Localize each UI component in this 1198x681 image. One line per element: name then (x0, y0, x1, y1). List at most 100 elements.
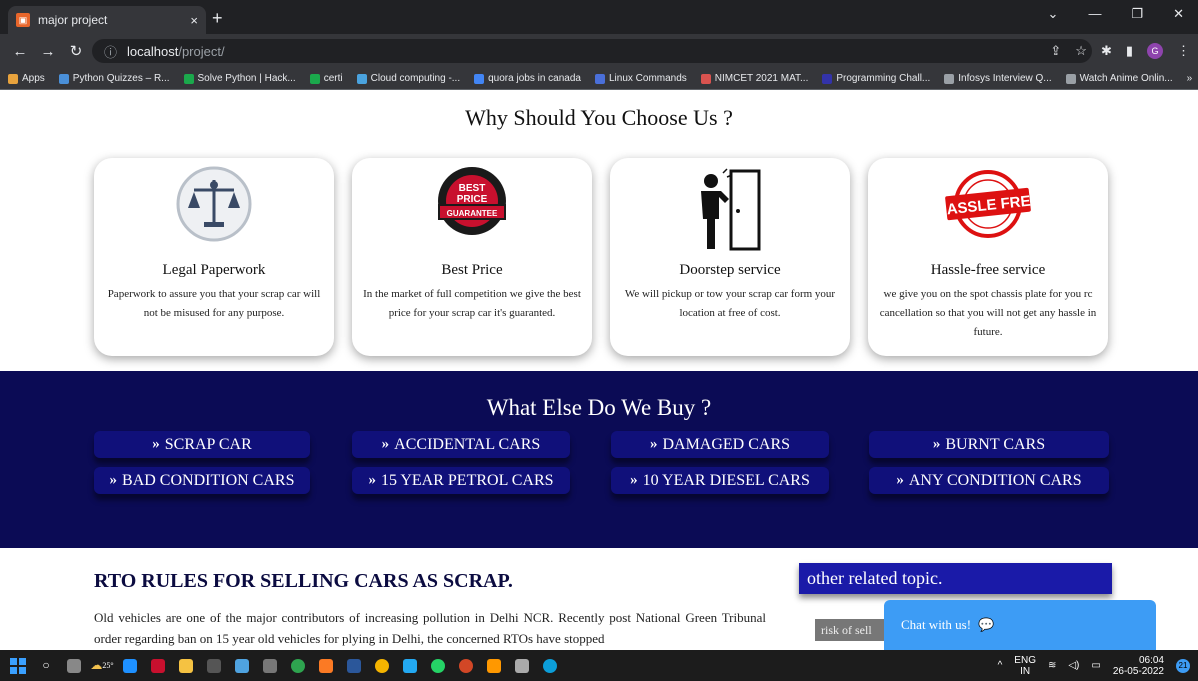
minimize-button[interactable]: — (1088, 6, 1101, 22)
double-chevron-icon: » (152, 436, 160, 452)
browser-tab[interactable]: ▣ major project × (8, 6, 206, 34)
calculator-icon[interactable] (256, 650, 284, 681)
double-chevron-icon: » (932, 436, 941, 452)
buy-category-button[interactable]: » 15 YEAR PETROL CARS (352, 467, 570, 494)
tab-bar: ▣ major project × + ⌄ — ❐ ✕ (0, 0, 1198, 34)
sublime-icon[interactable] (480, 650, 508, 681)
tray-chevron-icon[interactable]: ^ (998, 660, 1003, 671)
door-knock-icon (610, 158, 850, 251)
tab-close-icon[interactable]: × (190, 13, 198, 28)
bookmark-item[interactable]: quora jobs in canada (474, 73, 581, 84)
bookmarks-bar: Apps Python Quizzes – R... Solve Python | … (0, 68, 1198, 90)
extensions-icon[interactable]: ✱ (1101, 43, 1112, 59)
chat-widget[interactable]: Chat with us! 💬 (884, 600, 1156, 650)
back-icon[interactable]: ← (6, 43, 34, 60)
battery-icon[interactable]: ▭ (1091, 660, 1100, 671)
address-bar-row: ← → ↻ ⓘ localhost /project/ ⇪ ☆ ✱ ▮ G ⋮ (0, 34, 1198, 68)
bookmark-item[interactable]: Cloud computing -... (356, 73, 461, 84)
bookmark-label: Linux Commands (608, 73, 687, 84)
tab-search-icon[interactable]: ⌄ (1048, 6, 1059, 22)
edge-icon[interactable] (536, 650, 564, 681)
chrome-icon[interactable] (368, 650, 396, 681)
page-viewport: Why Should You Choose Us ? Legal Paperwo… (0, 90, 1198, 650)
bookmark-item[interactable]: Apps (8, 73, 45, 84)
rto-rules-paragraph: Old vehicles are one of the major contri… (94, 610, 766, 646)
profile-avatar[interactable]: G (1147, 43, 1163, 59)
url-input[interactable]: ⓘ localhost /project/ (92, 39, 1092, 63)
new-tab-button[interactable]: + (212, 8, 223, 29)
share-icon[interactable]: ⇪ (1050, 43, 1061, 59)
bookmark-label: quora jobs in canada (488, 73, 581, 84)
double-chevron-icon: » (630, 472, 638, 488)
bookmark-label: Python Quizzes – R... (72, 73, 170, 84)
bookmark-item[interactable]: Infosys Interview Q... (944, 73, 1052, 84)
notepad-icon[interactable] (228, 650, 256, 681)
clock[interactable]: 06:04 26-05-2022 (1113, 655, 1164, 677)
bookmark-item[interactable]: certi (309, 73, 343, 84)
card-text: We will pickup or tow your scrap car for… (624, 288, 836, 319)
card-title: Best Price (441, 262, 503, 278)
language-indicator[interactable]: ENG IN (1014, 655, 1036, 677)
bookmarks-more-icon[interactable]: » (1187, 73, 1198, 84)
hassle-free-stamp-icon: HASSLE FREE (868, 158, 1108, 250)
bookmark-label: NIMCET 2021 MAT... (714, 73, 809, 84)
bookmark-item[interactable]: Solve Python | Hack... (183, 73, 296, 84)
bookmark-label: Cloud computing -... (370, 73, 461, 84)
bookmark-label: Apps (22, 73, 45, 84)
file-explorer-icon[interactable] (172, 650, 200, 681)
best-price-badge-icon: BEST PRICE GUARANTEE (352, 158, 592, 250)
bookmark-item[interactable]: Programming Chall... (822, 73, 930, 84)
url-host: localhost (127, 43, 179, 59)
wifi-icon[interactable]: ≋ (1048, 660, 1056, 671)
terminal-icon[interactable] (200, 650, 228, 681)
scales-icon (94, 158, 334, 250)
buy-category-button[interactable]: » SCRAP CAR (94, 431, 310, 458)
bookmark-star-icon[interactable]: ☆ (1075, 43, 1087, 59)
reload-icon[interactable]: ↻ (62, 42, 90, 60)
menu-icon[interactable]: ⋮ (1177, 43, 1190, 59)
start-icon[interactable] (4, 650, 32, 681)
card-text: Paperwork to assure you that your scrap … (107, 288, 321, 319)
powerpoint-icon[interactable] (452, 650, 480, 681)
buy-category-button[interactable]: » DAMAGED CARS (611, 431, 829, 458)
weather-icon[interactable]: ☁ 25° (88, 650, 116, 681)
bookmark-label: Watch Anime Onlin... (1079, 73, 1173, 84)
browser-chrome: ▣ major project × + ⌄ — ❐ ✕ ← → ↻ ⓘ loca… (0, 0, 1198, 101)
bookmark-favicon-icon (183, 73, 194, 84)
bookmark-item[interactable]: NIMCET 2021 MAT... (700, 73, 809, 84)
site-info-icon[interactable]: ⓘ (104, 42, 117, 61)
volume-icon[interactable]: ◁) (1068, 660, 1079, 671)
windows-taskbar: ○ ☁ 25° ^ ENG IN ≋ ◁) ▭ 06:04 26-05-2022 21 (0, 650, 1198, 681)
buy-category-label: 10 YEAR DIESEL CARS (642, 471, 810, 489)
task-view-icon[interactable] (60, 650, 88, 681)
buy-category-button[interactable]: » BAD CONDITION CARS (94, 467, 310, 494)
buy-category-button[interactable]: » 10 YEAR DIESEL CARS (611, 467, 829, 494)
xampp-icon[interactable] (312, 650, 340, 681)
card-legal-paperwork: Legal Paperwork Paperwork to assure you … (94, 158, 334, 356)
package-icon[interactable] (508, 650, 536, 681)
close-window-button[interactable]: ✕ (1173, 6, 1184, 22)
buy-category-button[interactable]: » ANY CONDITION CARS (869, 467, 1109, 494)
bookmark-item[interactable]: Watch Anime Onlin... (1065, 73, 1173, 84)
what-else-section: What Else Do We Buy ? » SCRAP CAR » ACCIDEN… (0, 371, 1198, 548)
maximize-button[interactable]: ❐ (1131, 6, 1143, 22)
bookmark-favicon-icon (474, 73, 485, 84)
mcafee-icon[interactable] (144, 650, 172, 681)
search-icon[interactable]: ○ (32, 650, 60, 681)
buy-category-button[interactable]: » ACCIDENTAL CARS (352, 431, 570, 458)
card-title: Doorstep service (679, 262, 781, 278)
app-green-icon[interactable] (284, 650, 312, 681)
bookmark-item[interactable]: Linux Commands (594, 73, 687, 84)
bookmark-item[interactable]: Python Quizzes – R... (58, 73, 170, 84)
whatsapp-icon[interactable] (424, 650, 452, 681)
notification-badge[interactable]: 21 (1176, 658, 1190, 673)
vscode-icon[interactable] (396, 650, 424, 681)
side-panel-icon[interactable]: ▮ (1126, 43, 1133, 59)
bookmark-favicon-icon (944, 73, 955, 84)
related-topic-link[interactable]: risk of sell (815, 619, 891, 641)
forward-icon[interactable]: → (34, 43, 62, 60)
what-else-heading: What Else Do We Buy ? (486, 395, 712, 420)
app-l-icon[interactable] (116, 650, 144, 681)
word-icon[interactable] (340, 650, 368, 681)
buy-category-button[interactable]: » BURNT CARS (869, 431, 1109, 458)
